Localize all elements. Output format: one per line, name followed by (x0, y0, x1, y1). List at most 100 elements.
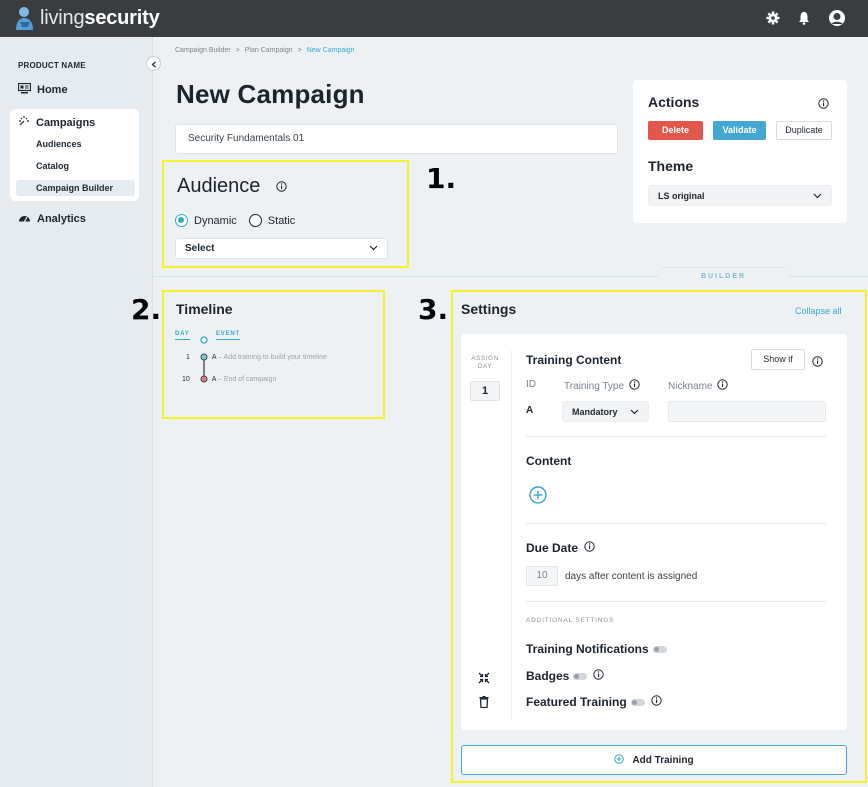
breadcrumb-item[interactable]: Campaign Builder (175, 47, 231, 54)
info-icon[interactable] (650, 695, 662, 709)
timeline-event-text: – End of campaign (218, 376, 277, 383)
section-divider (526, 523, 826, 524)
user-icon[interactable] (828, 9, 846, 27)
section-divider (526, 436, 826, 437)
audience-select[interactable]: Select (175, 238, 388, 259)
radio-dynamic-label[interactable]: Dynamic (194, 215, 237, 227)
delete-button[interactable]: Delete (648, 121, 703, 140)
sidebar-item-audiences[interactable]: Audiences (36, 139, 82, 149)
sidebar-item-home[interactable]: Home (17, 82, 68, 97)
due-days-suffix: days after content is assigned (565, 571, 698, 582)
info-icon[interactable] (629, 379, 640, 393)
circle-marker-icon (200, 331, 208, 349)
sidebar-item-label: Campaigns (36, 116, 96, 129)
chevron-down-icon (813, 191, 822, 201)
annotation-label: 1. (426, 162, 457, 195)
sidebar-item-label: Analytics (37, 213, 86, 225)
assign-label-line: ASSIGN (471, 355, 499, 362)
column-type-text: Training Type (564, 380, 625, 392)
training-type-select[interactable]: Mandatory (562, 401, 649, 422)
audience-title-text: Audience (177, 175, 261, 197)
badges-label: Badges (526, 669, 570, 683)
training-notifications-label: Training Notifications (526, 642, 649, 656)
theme-select-value: LS original (658, 190, 705, 201)
section-divider (526, 601, 826, 602)
timeline-event-id: A (211, 376, 217, 383)
audience-title: Audience (177, 175, 287, 198)
trash-icon[interactable] (479, 695, 489, 713)
breadcrumb-current: New Campaign (306, 47, 355, 54)
badges-toggle[interactable] (573, 672, 588, 680)
training-notifications-row: Training Notifications (526, 642, 667, 656)
sidebar-item-label: Home (37, 84, 68, 96)
gear-icon[interactable] (766, 11, 780, 25)
sidebar-item-catalog[interactable]: Catalog (36, 161, 69, 171)
timeline-event-text: – Add training to build your timeline (218, 354, 328, 361)
due-date-text: Due Date (526, 541, 579, 555)
campaign-name-input[interactable]: Security Fundamentals 01 (175, 124, 618, 154)
sidebar: PRODUCT NAME Home Campaigns Audiences Ca… (0, 37, 153, 787)
due-days-input[interactable]: 10 (526, 566, 558, 586)
logo-text-light: living (40, 6, 85, 29)
additional-settings-label: ADDITIONAL SETTINGS (526, 617, 615, 624)
info-icon[interactable] (717, 379, 729, 393)
validate-button[interactable]: Validate (713, 121, 766, 140)
audience-radio-group: Dynamic Static (175, 214, 295, 227)
assign-label-line: DAY (477, 363, 493, 370)
timeline-day: 1 (186, 354, 190, 361)
builder-tab[interactable]: BUILDER (658, 267, 789, 285)
assign-day-label: ASSIGN DAY (469, 355, 501, 371)
actions-title: Actions (648, 94, 700, 110)
annotation-label: 3. (418, 293, 449, 326)
sidebar-item-campaigns[interactable]: Campaigns (18, 115, 95, 130)
theme-select[interactable]: LS original (648, 185, 832, 206)
add-content-plus-icon[interactable] (529, 486, 547, 509)
chevron-down-icon (369, 243, 378, 254)
info-icon[interactable] (584, 541, 595, 555)
nickname-input[interactable] (668, 401, 826, 422)
chevron-down-icon (630, 407, 639, 417)
column-type-label: Training Type (564, 379, 640, 393)
breadcrumb-separator: > (235, 47, 240, 54)
breadcrumb-item[interactable]: Plan Campaign (245, 47, 293, 54)
info-icon[interactable] (812, 354, 823, 372)
training-notifications-toggle[interactable] (652, 646, 667, 654)
show-if-button[interactable]: Show if (751, 349, 805, 370)
audience-select-value: Select (185, 243, 215, 254)
column-divider (511, 350, 512, 720)
plus-circle-icon (614, 753, 625, 767)
logo-text-bold: security (84, 6, 160, 29)
breadcrumb: Campaign Builder > Plan Campaign > New C… (175, 47, 355, 54)
column-nickname-label: Nickname (668, 379, 729, 393)
content-heading: Content (526, 454, 572, 468)
radio-static-label[interactable]: Static (268, 215, 296, 227)
collapse-arrows-icon[interactable] (478, 671, 490, 689)
timeline-day: 10 (182, 376, 190, 383)
sidebar-item-analytics[interactable]: Analytics (18, 213, 86, 225)
radio-dynamic[interactable] (175, 214, 188, 227)
info-icon[interactable] (818, 96, 829, 114)
radio-static[interactable] (248, 214, 262, 227)
campaigns-icon (18, 115, 30, 130)
actions-card: Actions Delete Validate Duplicate Theme … (633, 80, 847, 223)
add-training-label: Add Training (632, 754, 694, 766)
badges-row: Badges (526, 669, 605, 683)
theme-title: Theme (648, 158, 694, 174)
info-icon[interactable] (276, 175, 287, 198)
sidebar-collapse-button[interactable] (146, 56, 161, 71)
timeline-col-day: DAY (175, 331, 190, 340)
collapse-all-link[interactable]: Collapse all (795, 306, 842, 316)
duplicate-button[interactable]: Duplicate (776, 121, 832, 140)
due-date-heading: Due Date (526, 541, 595, 555)
column-id-label: ID (526, 379, 536, 390)
living-security-logo[interactable]: livingsecurity (14, 5, 160, 31)
campaigns-nav-group: Campaigns Audiences Catalog Campaign Bui… (10, 109, 139, 201)
timeline-col-event: EVENT (216, 331, 241, 340)
featured-training-toggle[interactable] (630, 698, 645, 706)
sidebar-item-campaign-builder[interactable]: Campaign Builder (16, 180, 135, 196)
add-training-button[interactable]: Add Training (461, 745, 847, 775)
assign-day-input[interactable]: 1 (470, 381, 500, 401)
training-row-id: A (526, 405, 534, 416)
bell-icon[interactable] (798, 11, 810, 25)
info-icon[interactable] (593, 669, 605, 683)
